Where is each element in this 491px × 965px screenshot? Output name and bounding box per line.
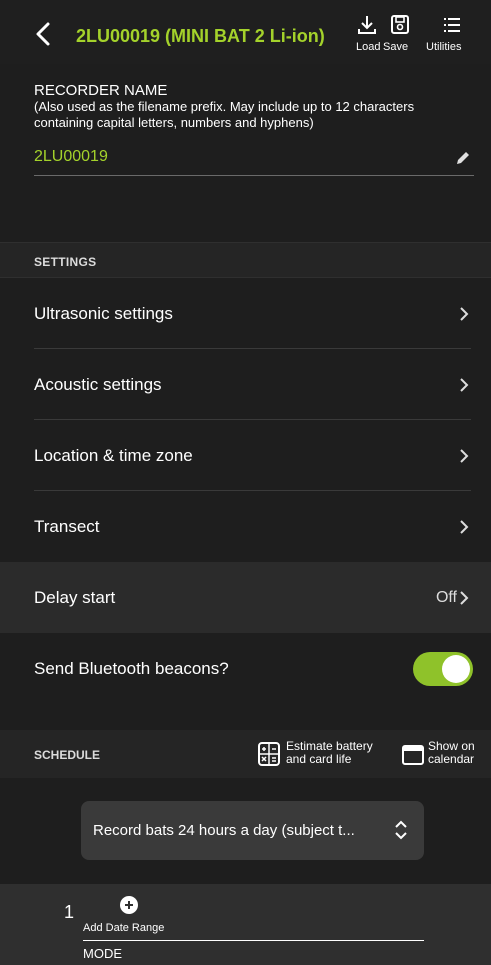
calendar-line2: calendar: [428, 752, 475, 766]
schedule-heading-label: SCHEDULE: [34, 748, 101, 762]
save-label[interactable]: Save: [383, 41, 408, 53]
settings-item-transect[interactable]: Transect: [0, 491, 491, 562]
up-down-chevron-icon: [395, 820, 407, 840]
save-button[interactable]: [390, 14, 410, 39]
estimate-battery-button[interactable]: Estimate battery and card life: [258, 740, 390, 770]
mode-label: MODE: [83, 946, 122, 961]
app-header: 2LU00019 (MINI BAT 2 Li-ion) Load Save U…: [0, 0, 491, 64]
chevron-right-icon: [460, 378, 469, 392]
settings-item-label: Acoustic settings: [34, 375, 162, 394]
recorder-name-section: RECORDER NAME (Also used as the filename…: [0, 64, 491, 242]
settings-item-label: Transect: [34, 517, 100, 536]
schedule-picker[interactable]: Record bats 24 hours a day (subject t...: [81, 801, 424, 860]
settings-item-label: Location & time zone: [34, 446, 193, 465]
range-number: 1: [64, 902, 75, 922]
toggle-knob: [442, 655, 470, 683]
schedule-picker-value: Record bats 24 hours a day (subject t...: [93, 822, 355, 839]
settings-item-acoustic[interactable]: Acoustic settings: [0, 349, 491, 420]
chevron-right-icon: [460, 591, 469, 605]
date-range-section: 1 Add Date Range MODE: [0, 884, 491, 965]
delay-start-label: Delay start: [34, 588, 116, 607]
settings-item-ultrasonic[interactable]: Ultrasonic settings: [0, 278, 491, 349]
settings-heading: SETTINGS: [0, 242, 491, 278]
chevron-right-icon: [460, 449, 469, 463]
save-disk-icon: [391, 15, 409, 34]
schedule-body: Record bats 24 hours a day (subject t...: [0, 778, 491, 884]
calendar-icon: [402, 745, 424, 765]
bluetooth-toggle[interactable]: [413, 652, 473, 686]
calculator-icon: [258, 742, 280, 766]
page-title: 2LU00019 (MINI BAT 2 Li-ion): [76, 26, 325, 46]
add-date-range-label[interactable]: Add Date Range: [83, 922, 164, 934]
load-label[interactable]: Load: [356, 41, 380, 53]
plus-circle-icon[interactable]: [120, 896, 138, 914]
recorder-name-help: (Also used as the filename prefix. May i…: [34, 99, 415, 130]
recorder-name-title: RECORDER NAME: [34, 82, 168, 99]
range-divider: [83, 940, 424, 941]
recorder-name-field[interactable]: 2LU00019: [34, 148, 108, 166]
pencil-icon[interactable]: [455, 150, 471, 166]
utilities-label[interactable]: Utilities: [426, 41, 461, 53]
settings-heading-label: SETTINGS: [34, 255, 97, 269]
chevron-right-icon: [460, 520, 469, 534]
estimate-line2: and card life: [286, 752, 352, 766]
back-chevron-icon[interactable]: [30, 18, 58, 50]
settings-item-bluetooth: Send Bluetooth beacons?: [0, 633, 491, 730]
chevron-right-icon: [460, 307, 469, 321]
recorder-name-underline: [34, 175, 474, 176]
download-icon: [358, 16, 376, 34]
settings-item-delay-start[interactable]: Delay start Off: [0, 562, 491, 633]
schedule-heading: SCHEDULE Estimate battery and card life …: [0, 730, 491, 778]
settings-item-location[interactable]: Location & time zone: [0, 420, 491, 491]
show-calendar-button[interactable]: Show on calendar: [402, 740, 488, 770]
settings-item-label: Ultrasonic settings: [34, 304, 173, 323]
delay-start-value: Off: [435, 589, 457, 606]
utilities-button[interactable]: [442, 14, 462, 39]
load-button[interactable]: [356, 14, 378, 39]
bluetooth-label: Send Bluetooth beacons?: [34, 659, 229, 678]
list-icon: [444, 18, 460, 32]
